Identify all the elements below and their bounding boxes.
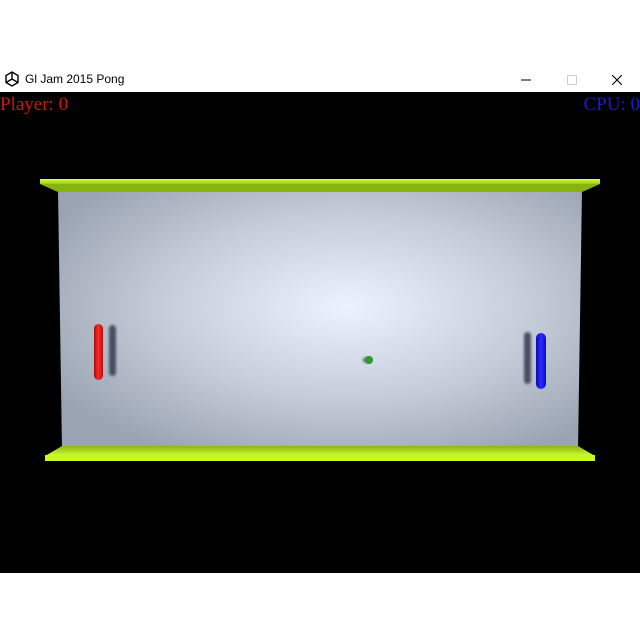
- bottom-wall: [45, 455, 595, 461]
- maximize-button[interactable]: [549, 67, 595, 92]
- game-viewport[interactable]: Player: 0 CPU: 0: [0, 92, 640, 573]
- cpu-score: CPU: 0: [583, 94, 640, 115]
- unity-logo-icon: [4, 71, 20, 87]
- close-button[interactable]: [594, 67, 640, 92]
- player-paddle: [94, 324, 103, 380]
- ball: [365, 356, 373, 364]
- arena-floor: [58, 190, 582, 450]
- pong-scene: [40, 179, 600, 461]
- top-wall: [40, 179, 600, 184]
- minimize-button[interactable]: [503, 67, 549, 92]
- window-titlebar[interactable]: Gl Jam 2015 Pong: [0, 67, 640, 92]
- window-title: Gl Jam 2015 Pong: [25, 72, 125, 86]
- bottom-wall-face: [45, 446, 595, 456]
- maximize-icon: [567, 74, 577, 85]
- close-icon: [612, 74, 622, 85]
- player-score: Player: 0: [0, 94, 69, 115]
- player-paddle-shadow: [109, 325, 116, 376]
- minimize-icon: [521, 75, 531, 85]
- cpu-paddle-shadow: [524, 332, 531, 384]
- cpu-paddle: [536, 333, 546, 389]
